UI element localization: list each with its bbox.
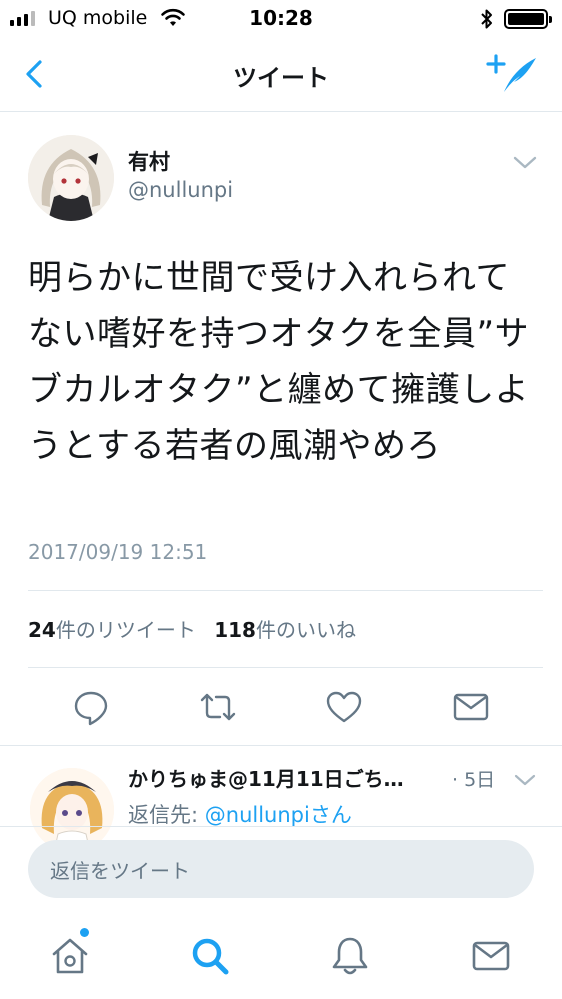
home-notification-dot <box>80 928 89 937</box>
battery-icon <box>504 9 552 29</box>
search-icon[interactable] <box>188 934 232 978</box>
reply-to-suffix: さん <box>309 803 352 827</box>
reply-composer-input[interactable]: 返信をツイート <box>28 840 534 898</box>
tweet-stats: 24件のリツイート 118件のいいね <box>28 614 368 643</box>
reply-to-line: 返信先: @nullunpiさん <box>128 799 352 829</box>
like-count[interactable]: 118 <box>214 618 256 642</box>
share-icon[interactable] <box>451 687 491 727</box>
like-count-label[interactable]: 件のいいね <box>256 618 356 642</box>
author-avatar[interactable] <box>28 135 114 221</box>
like-icon[interactable] <box>324 687 364 727</box>
status-time: 10:28 <box>249 6 313 30</box>
divider <box>28 667 543 668</box>
reply-to-mention[interactable]: @nullunpi <box>205 803 310 827</box>
retweet-count-label[interactable]: 件のリツイート <box>56 618 196 642</box>
tweet-timestamp: 2017/09/19 12:51 <box>28 540 208 564</box>
divider <box>0 826 562 827</box>
messages-icon[interactable] <box>469 934 513 978</box>
reply-author-name[interactable]: かりちゅま@11月11日ごち… <box>128 763 438 792</box>
tweet-text: 明らかに世間で受け入れられてない嗜好を持つオタクを全員”サブカルオタク”と纏めて… <box>28 258 530 466</box>
status-bar: UQ mobile 10:28 <box>0 0 562 38</box>
divider <box>28 590 543 591</box>
divider <box>0 745 562 746</box>
tweet-actions <box>0 685 562 729</box>
navigation-bar: ツイート <box>0 38 562 112</box>
author-handle[interactable]: @nullunpi <box>128 178 233 202</box>
retweet-icon[interactable] <box>198 687 238 727</box>
chevron-left-icon[interactable] <box>18 56 54 92</box>
page-title: ツイート <box>233 64 329 92</box>
compose-tweet-icon[interactable] <box>484 50 540 98</box>
reply-icon[interactable] <box>71 687 111 727</box>
reply-to-prefix: 返信先: <box>128 803 205 827</box>
author-name[interactable]: 有村 <box>128 146 170 176</box>
notifications-icon[interactable] <box>328 934 372 978</box>
bluetooth-icon <box>481 9 492 29</box>
home-icon[interactable] <box>48 934 92 978</box>
chevron-down-icon[interactable] <box>510 150 540 174</box>
chevron-down-icon[interactable] <box>512 770 538 790</box>
reply-time: · 5日 <box>452 769 496 791</box>
retweet-count[interactable]: 24 <box>28 618 56 642</box>
